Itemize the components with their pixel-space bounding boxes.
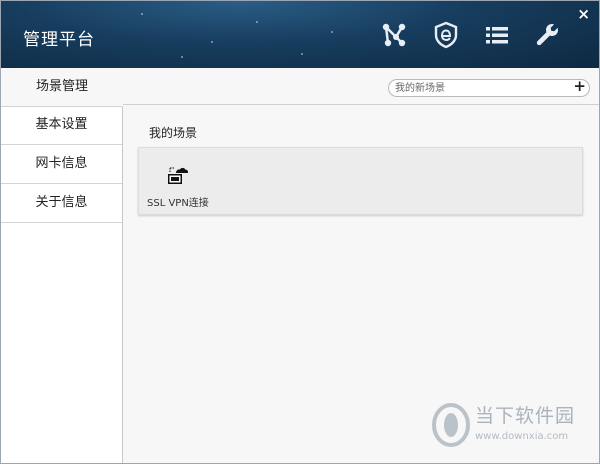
sidebar-item-about[interactable]: 关于信息 xyxy=(1,184,122,223)
cloud-computer-icon xyxy=(168,167,189,184)
sidebar-item-nic-info[interactable]: 网卡信息 xyxy=(1,145,122,184)
network-topology-icon[interactable] xyxy=(380,21,408,49)
sidebar-item-basic-settings[interactable]: 基本设置 xyxy=(1,106,122,145)
watermark-text: 当下软件园 xyxy=(475,405,576,427)
close-button[interactable]: × xyxy=(577,5,590,23)
section-title: 我的场景 xyxy=(149,126,198,140)
watermark: 当下软件园 www.downxia.com xyxy=(431,401,591,451)
title-bar: 管理平台 × xyxy=(1,1,599,68)
watermark-url: www.downxia.com xyxy=(475,431,569,442)
scene-tile[interactable]: SSL VPN连接 xyxy=(139,148,219,214)
sidebar-item-scene-management[interactable]: 场景管理 xyxy=(1,68,123,107)
new-scene-field: + xyxy=(388,77,590,97)
scene-panel: SSL VPN连接 xyxy=(138,147,583,215)
scene-label: SSL VPN连接 xyxy=(147,198,209,209)
list-icon[interactable] xyxy=(483,21,511,49)
app-window: 管理平台 × 场景管理 基本设置 网卡信息 关于信息 我的新场景 + 我的场景 … xyxy=(0,0,600,464)
sidebar: 场景管理 基本设置 网卡信息 关于信息 xyxy=(1,68,123,463)
app-title: 管理平台 xyxy=(23,30,95,50)
add-scene-button[interactable]: + xyxy=(573,77,586,95)
browser-shield-icon[interactable] xyxy=(432,21,460,49)
content-toolbar: + xyxy=(123,68,599,105)
new-scene-input[interactable] xyxy=(395,81,565,95)
wrench-icon[interactable] xyxy=(534,21,562,49)
watermark-logo-icon xyxy=(432,403,470,447)
